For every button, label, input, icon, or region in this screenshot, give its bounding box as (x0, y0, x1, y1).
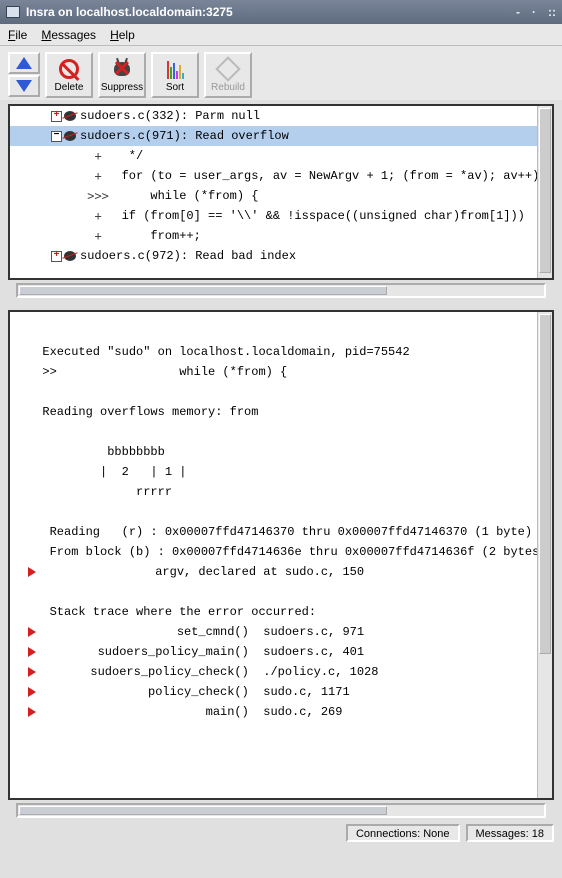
row-text: for (to = user_args, av = NewArgv + 1; (… (100, 169, 537, 183)
arrow-up-icon (16, 57, 32, 69)
code-margin: + (80, 169, 100, 183)
row-text: if (from[0] == '\\' && !isspace((unsigne… (100, 209, 537, 223)
cross-icon: ✕ (109, 58, 135, 80)
log-line: >> while (*from) { (28, 362, 534, 382)
delete-label: Delete (55, 82, 84, 93)
bug-icon (64, 111, 76, 121)
expand-icon[interactable]: + (51, 111, 62, 122)
log-line: Stack trace where the error occurred: (28, 602, 534, 622)
issue-row[interactable]: − sudoers.c(971): Read overflow (10, 126, 537, 146)
details-scrollbar[interactable] (537, 312, 552, 798)
log-line (28, 422, 534, 442)
row-text: sudoers.c(972): Read bad index (80, 249, 537, 263)
bug-icon (64, 131, 76, 141)
minimize-button[interactable]: - (516, 8, 524, 16)
window-icon (6, 6, 20, 18)
log-line: sudoers_policy_check() ./policy.c, 1028 (28, 662, 534, 682)
log-line: Reading (r) : 0x00007ffd47146370 thru 0x… (28, 522, 534, 542)
sort-label: Sort (166, 82, 184, 93)
triangle-icon[interactable] (28, 567, 36, 577)
log-line: policy_check() sudo.c, 1171 (28, 682, 534, 702)
window: Insra on localhost.localdomain:3275 - · … (0, 0, 562, 878)
log-line (28, 722, 534, 742)
log-line: argv, declared at sudo.c, 150 (28, 562, 534, 582)
toolbar: Delete ✕ Suppress Sort Rebuild (0, 46, 562, 100)
row-text: */ (100, 149, 537, 163)
titlebar[interactable]: Insra on localhost.localdomain:3275 - · … (0, 0, 562, 24)
delete-button[interactable]: Delete (45, 52, 93, 98)
issue-row[interactable]: + sudoers.c(332): Parm null (10, 106, 537, 126)
bug-icon (64, 251, 76, 261)
log-line (28, 382, 534, 402)
log-line (28, 322, 534, 342)
row-text: from++; (100, 229, 537, 243)
code-margin: + (80, 149, 100, 163)
code-margin: + (80, 229, 100, 243)
status-messages: Messages: 18 (466, 824, 554, 842)
row-text: sudoers.c(971): Read overflow (80, 129, 537, 143)
status-connections: Connections: None (346, 824, 460, 842)
issues-scrollbar[interactable] (537, 106, 552, 278)
triangle-icon[interactable] (28, 627, 36, 637)
prev-button[interactable] (8, 52, 40, 74)
close-button[interactable]: :: (548, 8, 556, 16)
issues-panel: + sudoers.c(332): Parm null − sudoers.c(971… (8, 104, 554, 280)
details-hscroll[interactable] (16, 803, 546, 818)
collapse-icon[interactable]: − (51, 131, 62, 142)
arrow-down-icon (16, 80, 32, 92)
next-button[interactable] (8, 75, 40, 97)
expand-icon[interactable]: + (51, 251, 62, 262)
log-line (28, 582, 534, 602)
statusbar: Connections: None Messages: 18 (0, 822, 562, 844)
log-line: From block (b) : 0x00007ffd4714636e thru… (28, 542, 534, 562)
log-line: main() sudo.c, 269 (28, 702, 534, 722)
suppress-button[interactable]: ✕ Suppress (98, 52, 146, 98)
rebuild-label: Rebuild (211, 82, 245, 93)
bars-icon (167, 59, 184, 79)
code-row: + for (to = user_args, av = NewArgv + 1;… (10, 166, 537, 186)
maximize-button[interactable]: · (532, 8, 540, 16)
diamond-icon (215, 56, 240, 81)
log-line: sudoers_policy_main() sudoers.c, 401 (28, 642, 534, 662)
log-line: set_cmnd() sudoers.c, 971 (28, 622, 534, 642)
code-margin: >>> (80, 189, 100, 203)
row-text: while (*from) { (100, 189, 537, 203)
log-line: rrrrr (28, 482, 534, 502)
menubar: File Messages Help (0, 24, 562, 46)
code-margin: + (80, 209, 100, 223)
code-row: + if (from[0] == '\\' && !isspace((unsig… (10, 206, 537, 226)
log-line: Reading overflows memory: from (28, 402, 534, 422)
details-panel: Executed "sudo" on localhost.localdomain… (8, 310, 554, 800)
row-text: sudoers.c(332): Parm null (80, 109, 537, 123)
triangle-icon[interactable] (28, 687, 36, 697)
log-line: bbbbbbbb (28, 442, 534, 462)
triangle-icon[interactable] (28, 667, 36, 677)
menu-help[interactable]: Help (110, 28, 135, 42)
rebuild-button[interactable]: Rebuild (204, 52, 252, 98)
log-line: | 2 | 1 | (28, 462, 534, 482)
log-line (28, 502, 534, 522)
issues-hscroll[interactable] (16, 283, 546, 298)
sort-button[interactable]: Sort (151, 52, 199, 98)
suppress-label: Suppress (101, 82, 143, 93)
no-entry-icon (59, 59, 79, 79)
menu-messages[interactable]: Messages (41, 28, 96, 42)
code-row: >>> while (*from) { (10, 186, 537, 206)
log-line: Executed "sudo" on localhost.localdomain… (28, 342, 534, 362)
menu-file[interactable]: File (8, 28, 27, 42)
code-row: + */ (10, 146, 537, 166)
code-row: + from++; (10, 226, 537, 246)
window-title: Insra on localhost.localdomain:3275 (26, 5, 233, 19)
triangle-icon[interactable] (28, 707, 36, 717)
triangle-icon[interactable] (28, 647, 36, 657)
issue-row[interactable]: + sudoers.c(972): Read bad index (10, 246, 537, 266)
